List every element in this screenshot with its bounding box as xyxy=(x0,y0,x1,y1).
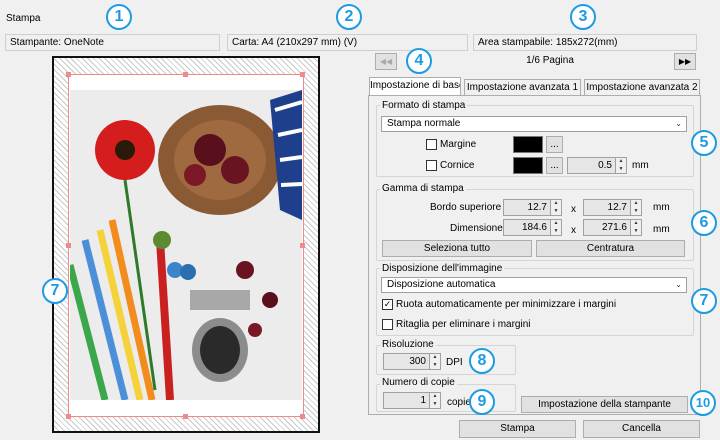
dimensione-height-stepper[interactable]: 271.6 ▲ ▼ xyxy=(583,219,642,236)
page-preview[interactable] xyxy=(52,56,320,433)
chevron-down-icon: ⌄ xyxy=(675,119,682,128)
stepper-down-icon[interactable]: ▼ xyxy=(616,166,626,174)
check-icon: ✓ xyxy=(383,299,392,309)
resize-handle-top-left[interactable] xyxy=(66,72,71,77)
callout-badge-7-layout: 7 xyxy=(691,288,717,314)
print-dialog: Stampa Stampante: OneNote Carta: A4 (210… xyxy=(0,0,720,440)
times-sign: x xyxy=(571,204,576,215)
times-sign: x xyxy=(571,225,576,236)
callout-badge-10: 10 xyxy=(690,390,716,416)
stepper-down-icon[interactable]: ▼ xyxy=(631,208,641,216)
disposizione-label: Disposizione dell'immagine xyxy=(380,263,505,274)
margine-checkbox[interactable] xyxy=(426,139,437,150)
cornice-label: Cornice xyxy=(440,160,475,171)
resize-handle-bottom-right[interactable] xyxy=(300,414,305,419)
stepper-up-icon[interactable]: ▲ xyxy=(631,200,641,208)
stepper-down-icon[interactable]: ▼ xyxy=(631,228,641,236)
tab-impostazione-base[interactable]: Impostazione di base xyxy=(369,77,461,96)
cornice-more-button[interactable]: ... xyxy=(546,157,563,174)
copie-unit: copie xyxy=(447,397,471,408)
copie-stepper[interactable]: 1 ▲ ▼ xyxy=(383,392,441,409)
dimensione-unit: mm xyxy=(653,224,670,235)
copie-label: Numero di copie xyxy=(380,377,457,388)
cornice-width-value: 0.5 xyxy=(598,160,612,171)
rotate-label: Ruota automaticamente per minimizzare i … xyxy=(396,299,617,310)
dimensione-label: Dimensione xyxy=(450,223,503,234)
margine-label: Margine xyxy=(440,139,477,150)
callout-badge-1: 1 xyxy=(106,4,132,30)
callout-badge-4: 4 xyxy=(406,48,432,74)
preview-photo xyxy=(70,90,302,400)
callout-badge-8: 8 xyxy=(469,348,495,374)
disposizione-select[interactable]: Disposizione automatica ⌄ xyxy=(381,277,687,293)
paper-field: Carta: A4 (210x297 mm) (V) xyxy=(227,34,468,51)
cornice-width-stepper[interactable]: 0.5 ▲ ▼ xyxy=(567,157,627,174)
print-button[interactable]: Stampa xyxy=(459,420,576,438)
next-page-button[interactable]: ▶▶ xyxy=(674,53,696,70)
disposizione-select-value: Disposizione automatica xyxy=(387,279,496,290)
cornice-color-swatch[interactable] xyxy=(513,157,543,174)
dimensione-width-value: 184.6 xyxy=(521,222,547,233)
bordo-y-value: 12.7 xyxy=(607,202,627,213)
select-all-button[interactable]: Seleziona tutto xyxy=(382,240,532,257)
dimensione-width-stepper[interactable]: 184.6 ▲ ▼ xyxy=(503,219,562,236)
page-indicator: 1/6 Pagina xyxy=(526,55,574,66)
formato-select-value: Stampa normale xyxy=(387,118,461,129)
copie-value: 1 xyxy=(420,395,426,406)
callout-badge-5: 5 xyxy=(691,130,717,156)
resize-handle-top[interactable] xyxy=(183,72,188,77)
resize-handle-bottom[interactable] xyxy=(183,414,188,419)
callout-badge-7-preview: 7 xyxy=(42,278,68,304)
crop-checkbox[interactable] xyxy=(382,319,393,330)
margine-more-button[interactable]: ... xyxy=(546,136,563,153)
printer-field: Stampante: OneNote xyxy=(5,34,220,51)
cornice-checkbox[interactable] xyxy=(426,160,437,171)
callout-badge-3: 3 xyxy=(570,4,596,30)
rotate-checkbox[interactable]: ✓ xyxy=(382,299,393,310)
crop-label: Ritaglia per eliminare i margini xyxy=(396,319,531,330)
stepper-down-icon[interactable]: ▼ xyxy=(430,401,440,409)
callout-badge-6: 6 xyxy=(691,210,717,236)
photo-illustration xyxy=(70,90,302,400)
chevron-down-icon: ⌄ xyxy=(675,280,682,289)
bordo-superiore-label: Bordo superiore xyxy=(430,202,502,213)
resize-handle-bottom-left[interactable] xyxy=(66,414,71,419)
stepper-up-icon[interactable]: ▲ xyxy=(430,354,440,362)
stepper-up-icon[interactable]: ▲ xyxy=(616,158,626,166)
window-title: Stampa xyxy=(6,13,41,24)
stepper-up-icon[interactable]: ▲ xyxy=(430,393,440,401)
tab-impostazione-avanzata-1[interactable]: Impostazione avanzata 1 xyxy=(464,79,581,96)
risoluzione-unit: DPI xyxy=(446,357,463,368)
prev-page-button[interactable]: ◀◀ xyxy=(375,53,397,70)
bordo-y-stepper[interactable]: 12.7 ▲ ▼ xyxy=(583,199,642,216)
cancel-button[interactable]: Cancella xyxy=(583,420,700,438)
stepper-down-icon[interactable]: ▼ xyxy=(430,362,440,370)
gamma-label: Gamma di stampa xyxy=(380,183,466,194)
bordo-x-stepper[interactable]: 12.7 ▲ ▼ xyxy=(503,199,562,216)
risoluzione-value: 300 xyxy=(409,356,426,367)
stepper-down-icon[interactable]: ▼ xyxy=(551,228,561,236)
stepper-up-icon[interactable]: ▲ xyxy=(551,220,561,228)
bordo-x-value: 12.7 xyxy=(527,202,547,213)
center-button[interactable]: Centratura xyxy=(536,240,685,257)
resize-handle-right[interactable] xyxy=(300,243,305,248)
resize-handle-left[interactable] xyxy=(66,243,71,248)
formato-select[interactable]: Stampa normale ⌄ xyxy=(381,116,687,132)
resize-handle-top-right[interactable] xyxy=(300,72,305,77)
callout-badge-9: 9 xyxy=(469,389,495,415)
printer-setup-button[interactable]: Impostazione della stampante xyxy=(521,396,688,413)
bordo-unit: mm xyxy=(653,202,670,213)
callout-badge-2: 2 xyxy=(336,4,362,30)
stepper-up-icon[interactable]: ▲ xyxy=(631,220,641,228)
risoluzione-label: Risoluzione xyxy=(380,339,436,350)
stepper-down-icon[interactable]: ▼ xyxy=(551,208,561,216)
dimensione-height-value: 271.6 xyxy=(601,222,627,233)
printable-area-field: Area stampabile: 185x272(mm) xyxy=(473,34,697,51)
margine-color-swatch[interactable] xyxy=(513,136,543,153)
stepper-up-icon[interactable]: ▲ xyxy=(551,200,561,208)
tab-impostazione-avanzata-2[interactable]: Impostazione avanzata 2 xyxy=(584,79,700,96)
formato-label: Formato di stampa xyxy=(380,100,468,111)
cornice-unit: mm xyxy=(632,160,649,171)
risoluzione-stepper[interactable]: 300 ▲ ▼ xyxy=(383,353,441,370)
